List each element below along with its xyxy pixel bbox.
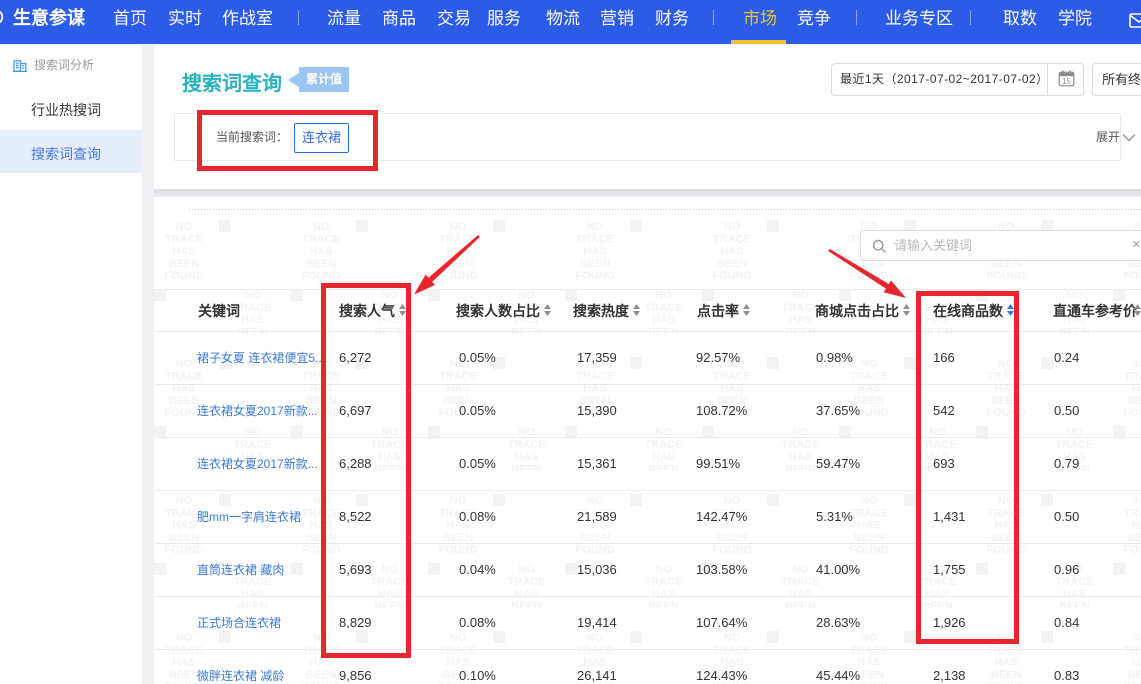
svg-text:15: 15 — [1062, 77, 1071, 86]
